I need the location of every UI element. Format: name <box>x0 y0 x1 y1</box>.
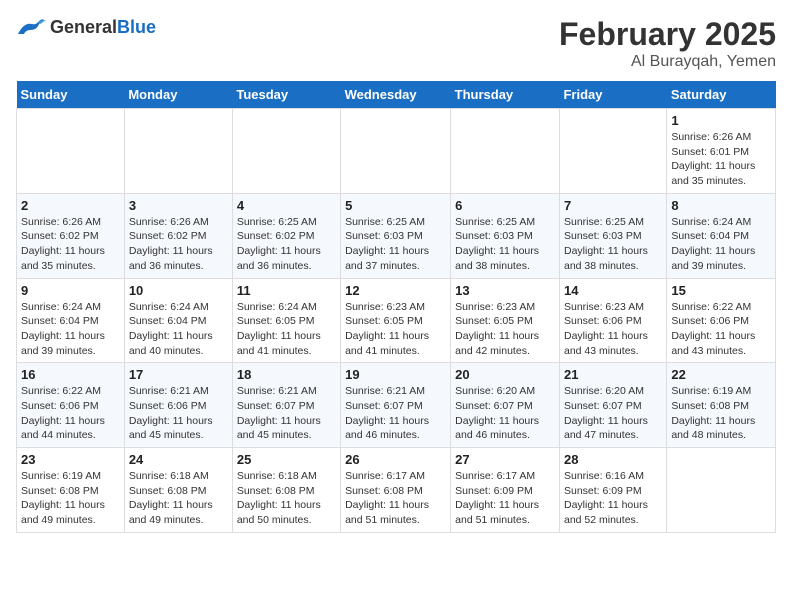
table-row: 7Sunrise: 6:25 AMSunset: 6:03 PMDaylight… <box>559 193 666 278</box>
table-row: 27Sunrise: 6:17 AMSunset: 6:09 PMDayligh… <box>451 448 560 533</box>
header-monday: Monday <box>124 81 232 109</box>
calendar-body: 1Sunrise: 6:26 AMSunset: 6:01 PMDaylight… <box>17 109 776 533</box>
table-row <box>451 109 560 194</box>
header-tuesday: Tuesday <box>232 81 340 109</box>
table-row: 22Sunrise: 6:19 AMSunset: 6:08 PMDayligh… <box>667 363 776 448</box>
page-subtitle: Al Burayqah, Yemen <box>559 53 776 71</box>
logo-text: GeneralBlue <box>50 18 156 38</box>
calendar-table: Sunday Monday Tuesday Wednesday Thursday… <box>16 81 776 533</box>
table-row: 20Sunrise: 6:20 AMSunset: 6:07 PMDayligh… <box>451 363 560 448</box>
calendar-header: Sunday Monday Tuesday Wednesday Thursday… <box>17 81 776 109</box>
header-sunday: Sunday <box>17 81 125 109</box>
table-row: 6Sunrise: 6:25 AMSunset: 6:03 PMDaylight… <box>451 193 560 278</box>
table-row <box>559 109 666 194</box>
page-header: GeneralBlue February 2025 Al Burayqah, Y… <box>16 16 776 71</box>
table-row: 3Sunrise: 6:26 AMSunset: 6:02 PMDaylight… <box>124 193 232 278</box>
table-row <box>341 109 451 194</box>
table-row: 19Sunrise: 6:21 AMSunset: 6:07 PMDayligh… <box>341 363 451 448</box>
title-block: February 2025 Al Burayqah, Yemen <box>559 16 776 71</box>
table-row: 1Sunrise: 6:26 AMSunset: 6:01 PMDaylight… <box>667 109 776 194</box>
table-row: 2Sunrise: 6:26 AMSunset: 6:02 PMDaylight… <box>17 193 125 278</box>
table-row: 21Sunrise: 6:20 AMSunset: 6:07 PMDayligh… <box>559 363 666 448</box>
header-saturday: Saturday <box>667 81 776 109</box>
table-row: 13Sunrise: 6:23 AMSunset: 6:05 PMDayligh… <box>451 278 560 363</box>
logo-icon <box>16 16 46 40</box>
table-row: 28Sunrise: 6:16 AMSunset: 6:09 PMDayligh… <box>559 448 666 533</box>
table-row: 11Sunrise: 6:24 AMSunset: 6:05 PMDayligh… <box>232 278 340 363</box>
header-wednesday: Wednesday <box>341 81 451 109</box>
table-row <box>232 109 340 194</box>
page-title: February 2025 <box>559 16 776 53</box>
logo: GeneralBlue <box>16 16 156 40</box>
table-row: 17Sunrise: 6:21 AMSunset: 6:06 PMDayligh… <box>124 363 232 448</box>
table-row <box>17 109 125 194</box>
table-row: 4Sunrise: 6:25 AMSunset: 6:02 PMDaylight… <box>232 193 340 278</box>
header-friday: Friday <box>559 81 666 109</box>
header-thursday: Thursday <box>451 81 560 109</box>
table-row: 23Sunrise: 6:19 AMSunset: 6:08 PMDayligh… <box>17 448 125 533</box>
table-row: 9Sunrise: 6:24 AMSunset: 6:04 PMDaylight… <box>17 278 125 363</box>
table-row: 24Sunrise: 6:18 AMSunset: 6:08 PMDayligh… <box>124 448 232 533</box>
table-row <box>124 109 232 194</box>
table-row: 14Sunrise: 6:23 AMSunset: 6:06 PMDayligh… <box>559 278 666 363</box>
table-row: 5Sunrise: 6:25 AMSunset: 6:03 PMDaylight… <box>341 193 451 278</box>
table-row: 10Sunrise: 6:24 AMSunset: 6:04 PMDayligh… <box>124 278 232 363</box>
table-row: 15Sunrise: 6:22 AMSunset: 6:06 PMDayligh… <box>667 278 776 363</box>
table-row: 26Sunrise: 6:17 AMSunset: 6:08 PMDayligh… <box>341 448 451 533</box>
table-row <box>667 448 776 533</box>
table-row: 16Sunrise: 6:22 AMSunset: 6:06 PMDayligh… <box>17 363 125 448</box>
table-row: 18Sunrise: 6:21 AMSunset: 6:07 PMDayligh… <box>232 363 340 448</box>
table-row: 8Sunrise: 6:24 AMSunset: 6:04 PMDaylight… <box>667 193 776 278</box>
table-row: 12Sunrise: 6:23 AMSunset: 6:05 PMDayligh… <box>341 278 451 363</box>
table-row: 25Sunrise: 6:18 AMSunset: 6:08 PMDayligh… <box>232 448 340 533</box>
